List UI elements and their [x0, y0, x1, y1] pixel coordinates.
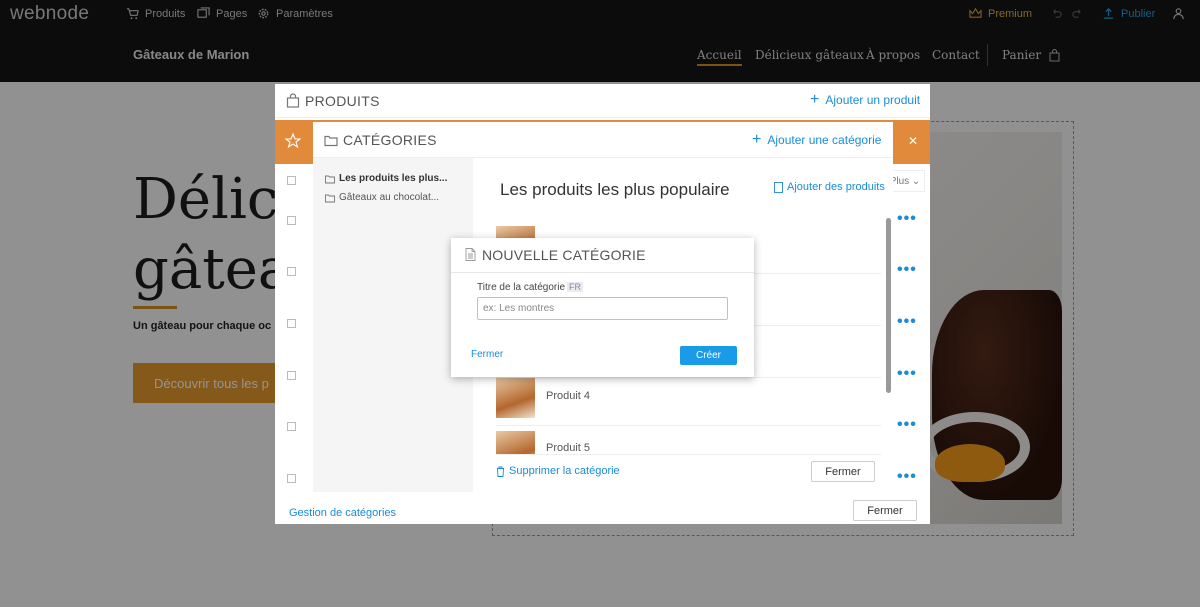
category-item-popular[interactable]: Les produits les plus...: [325, 173, 447, 184]
create-category-button[interactable]: Créer: [680, 346, 737, 365]
category-item-chocolate[interactable]: Gâteaux au chocolat...: [325, 192, 439, 203]
plus-icon: +: [810, 91, 820, 108]
plus-icon: +: [752, 131, 762, 148]
folder-icon: [325, 194, 335, 202]
add-products-label: Ajouter des produits: [787, 181, 885, 193]
products-scrollbar[interactable]: [886, 218, 891, 393]
row-checkbox[interactable]: [287, 216, 296, 225]
language-badge: FR: [567, 282, 584, 292]
new-category-dialog: NOUVELLE CATÉGORIE Titre de la catégorie…: [451, 238, 754, 377]
folder-icon: [324, 135, 338, 147]
category-product-row[interactable]: Produit 5: [496, 427, 881, 454]
row-checkbox[interactable]: [287, 267, 296, 276]
row-menu-icon[interactable]: •••: [897, 261, 917, 279]
dialog-title: NOUVELLE CATÉGORIE: [482, 247, 646, 263]
product-name: Produit 4: [546, 390, 591, 402]
product-thumbnail: [496, 431, 535, 454]
add-product-label: Ajouter un produit: [825, 93, 921, 107]
row-checkbox[interactable]: [287, 474, 296, 483]
categories-panel-header: CATÉGORIES + Ajouter une catégorie: [313, 122, 893, 158]
category-title-label: Titre de la catégorie FR: [477, 282, 584, 293]
trash-icon: [497, 466, 504, 477]
category-product-row[interactable]: Produit 4: [496, 374, 881, 426]
category-item-label: Gâteaux au chocolat...: [339, 192, 440, 203]
row-checkbox[interactable]: [287, 422, 296, 431]
products-close-button[interactable]: Fermer: [853, 500, 917, 521]
category-title-label-text: Titre de la catégorie: [477, 282, 566, 293]
row-menu-icon[interactable]: •••: [897, 313, 917, 331]
shopping-bag-icon: [286, 93, 300, 108]
categories-footer-divider: [496, 454, 881, 455]
add-category-label: Ajouter une catégorie: [767, 133, 882, 147]
row-menu-icon[interactable]: •••: [897, 416, 917, 434]
star-icon: [285, 133, 301, 149]
add-products-to-category-button[interactable]: Ajouter des produits: [774, 181, 885, 193]
add-category-button[interactable]: + Ajouter une catégorie: [752, 131, 882, 148]
row-menu-icon[interactable]: •••: [897, 468, 917, 486]
delete-category-label: Supprimer la catégorie: [509, 465, 620, 477]
row-menu-icon[interactable]: •••: [897, 210, 917, 228]
document-icon: [465, 248, 476, 261]
delete-category-button[interactable]: Supprimer la catégorie: [496, 465, 620, 477]
chevron-down-icon: ⌄: [909, 175, 921, 187]
add-product-button[interactable]: + Ajouter un produit: [810, 91, 921, 108]
category-list: Les produits les plus... Gâteaux au choc…: [313, 158, 473, 492]
categories-close-button[interactable]: Fermer: [811, 461, 875, 482]
folder-icon: [325, 175, 335, 183]
categories-panel-title: CATÉGORIES: [343, 132, 437, 148]
selected-category-title: Les produits les plus populaire: [500, 180, 730, 199]
row-checkbox[interactable]: [287, 176, 296, 185]
product-name: Produit 5: [546, 442, 591, 454]
products-panel-title: PRODUITS: [305, 93, 380, 109]
category-title-input[interactable]: [477, 297, 728, 320]
row-checkbox[interactable]: [287, 319, 296, 328]
category-item-label: Les produits les plus...: [339, 173, 448, 184]
product-thumbnail: [496, 378, 535, 418]
products-panel-header: PRODUITS + Ajouter un produit: [275, 84, 930, 118]
dialog-header: NOUVELLE CATÉGORIE: [451, 238, 754, 273]
row-checkbox[interactable]: [287, 371, 296, 380]
close-icon[interactable]: ✕: [908, 134, 918, 148]
manage-categories-link[interactable]: Gestion de catégories: [289, 507, 396, 519]
dialog-close-button[interactable]: Fermer: [471, 349, 503, 360]
row-menu-icon[interactable]: •••: [897, 365, 917, 383]
document-icon: [774, 181, 783, 193]
